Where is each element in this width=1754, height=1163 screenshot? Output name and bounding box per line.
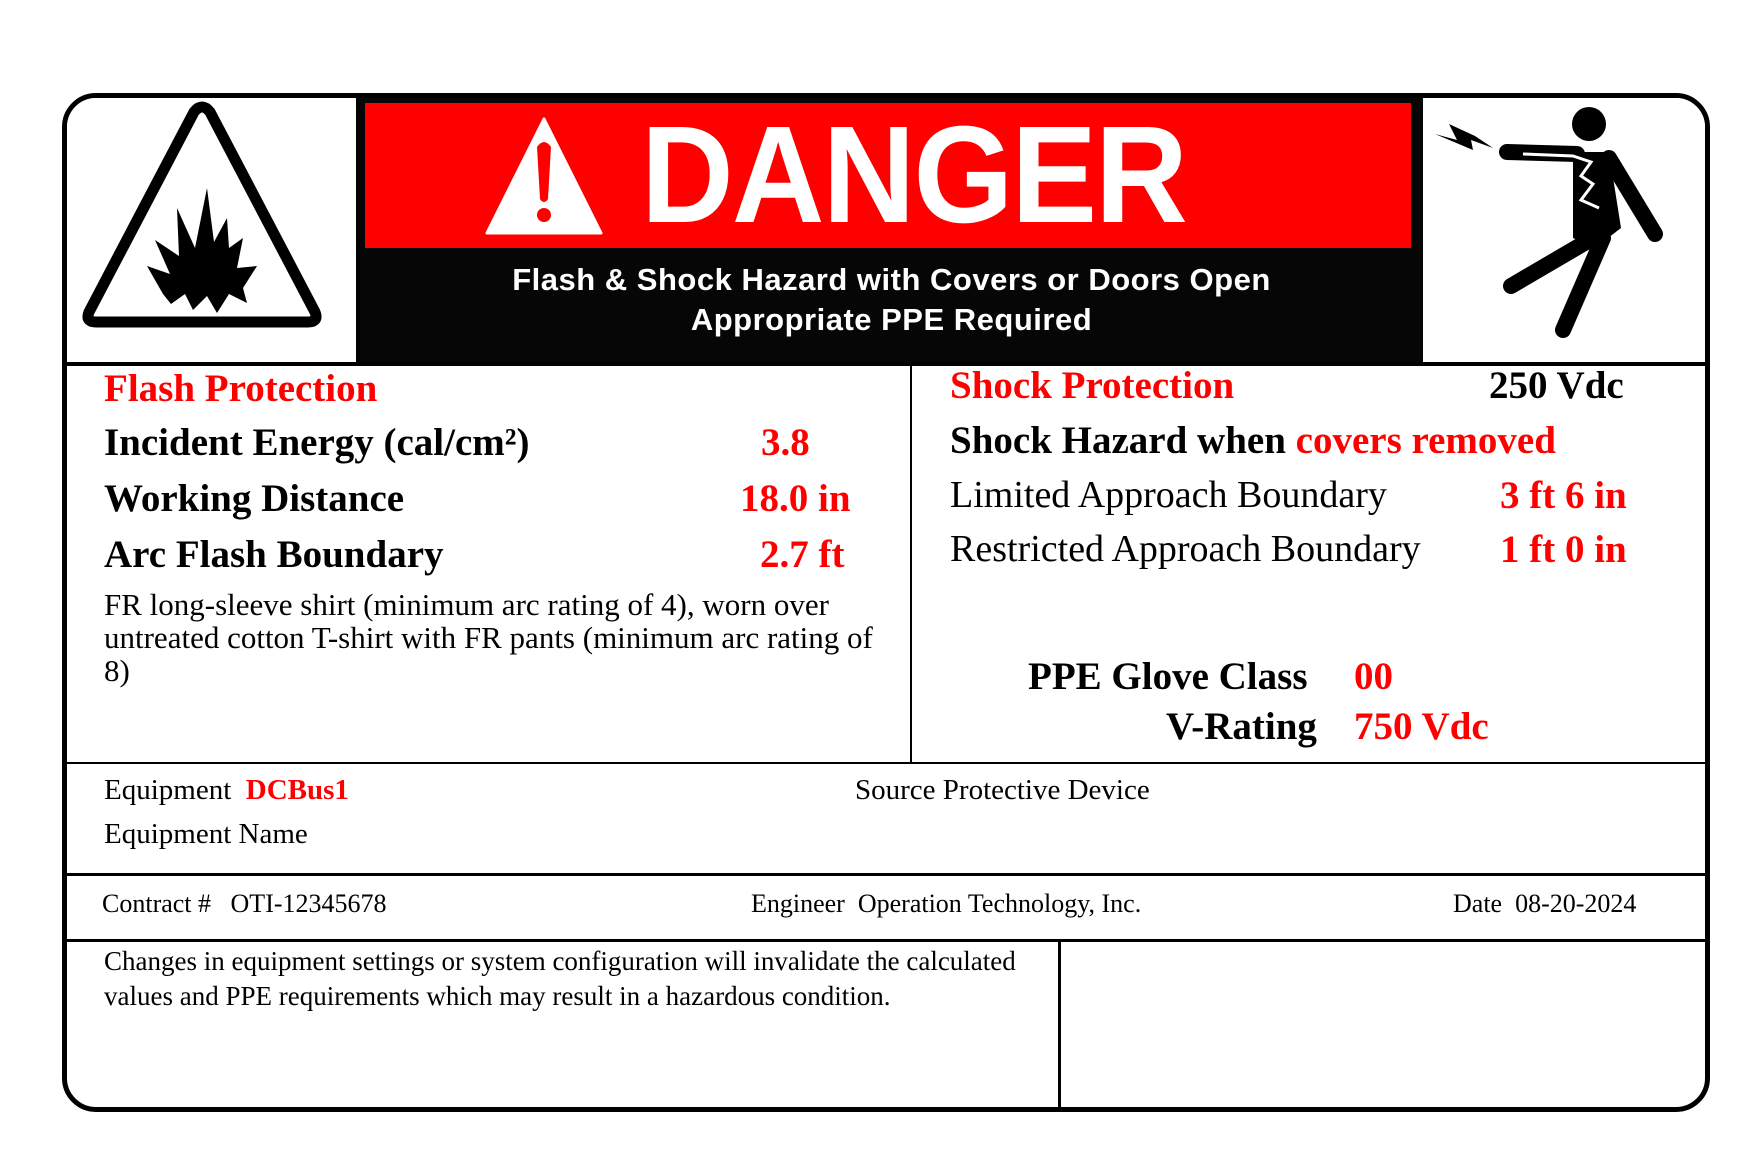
- equipment-bottom-rule: [67, 873, 1705, 876]
- shock-hazard-prefix: Shock Hazard when: [950, 419, 1296, 462]
- incident-energy-value: 3.8: [761, 421, 810, 464]
- working-distance-value: 18.0 in: [740, 477, 851, 520]
- restricted-approach-label: Restricted Approach Boundary: [950, 528, 1421, 570]
- electric-shock-person-icon: [1435, 107, 1663, 338]
- danger-banner: DANGER: [365, 103, 1411, 248]
- shock-voltage: 250 Vdc: [1489, 364, 1624, 407]
- flash-protection-heading: Flash Protection: [104, 367, 378, 410]
- danger-title: DANGER: [641, 98, 1188, 252]
- arc-flash-explosion-warning-icon: [82, 101, 322, 328]
- glove-class-label: PPE Glove Class: [1028, 655, 1308, 698]
- arc-flash-boundary-label: Arc Flash Boundary: [104, 533, 444, 576]
- section-divider: [910, 364, 912, 764]
- date-field: Date 08-20-2024: [1453, 889, 1636, 919]
- ppe-description: FR long-sleeve shirt (minimum arc rating…: [104, 587, 873, 688]
- v-rating-label: V-Rating: [1166, 705, 1317, 748]
- shock-hazard-statement: Shock Hazard when covers removed: [950, 418, 1556, 463]
- shock-hazard-condition: covers removed: [1295, 419, 1556, 462]
- restricted-approach-value: 1 ft 0 in: [1500, 528, 1627, 571]
- engineer-field: Engineer Operation Technology, Inc.: [751, 889, 1141, 919]
- right-icon-box: [1423, 98, 1705, 364]
- limited-approach-label: Limited Approach Boundary: [950, 474, 1387, 516]
- engineer-value: Operation Technology, Inc.: [857, 889, 1142, 918]
- arc-flash-label: DANGER Flash & Shock Hazard with Covers …: [62, 93, 1710, 1112]
- blank-footer-cell: [1062, 943, 1702, 1107]
- exclamation-triangle-icon: [485, 117, 603, 235]
- engineer-label: Engineer: [751, 889, 845, 918]
- working-distance-label: Working Distance: [104, 477, 405, 520]
- v-rating-value: 750 Vdc: [1354, 705, 1489, 748]
- left-icon-box: [67, 98, 356, 364]
- limited-approach-value: 3 ft 6 in: [1500, 474, 1627, 517]
- date-value: 08-20-2024: [1515, 889, 1637, 918]
- date-label: Date: [1453, 889, 1503, 918]
- glove-class-value: 00: [1354, 655, 1393, 698]
- footer-divider: [1058, 941, 1061, 1107]
- contract-bottom-rule: [67, 939, 1705, 942]
- incident-energy-label: Incident Energy (cal/cm²): [104, 421, 530, 464]
- equipment-value: DCBus1: [245, 774, 349, 806]
- equipment-name-label: Equipment Name: [104, 818, 308, 850]
- hazard-subtitle-line1: Flash & Shock Hazard with Covers or Door…: [512, 262, 1271, 297]
- equipment-label: Equipment: [104, 774, 232, 806]
- settings-change-note: Changes in equipment settings or system …: [104, 946, 1016, 1011]
- contract-field: Contract # OTI-12345678: [102, 889, 387, 919]
- contract-label: Contract #: [102, 889, 212, 918]
- section-bottom-rule: [67, 762, 1705, 764]
- equipment-field: Equipment DCBus1: [104, 774, 349, 807]
- hazard-subtitle-line2: Appropriate PPE Required: [690, 302, 1093, 337]
- source-protective-device-label: Source Protective Device: [855, 774, 1150, 806]
- danger-header: DANGER Flash & Shock Hazard with Covers …: [360, 98, 1423, 364]
- contract-value: OTI-12345678: [230, 889, 387, 918]
- shock-protection-heading: Shock Protection: [950, 364, 1235, 407]
- arc-flash-boundary-value: 2.7 ft: [760, 533, 845, 576]
